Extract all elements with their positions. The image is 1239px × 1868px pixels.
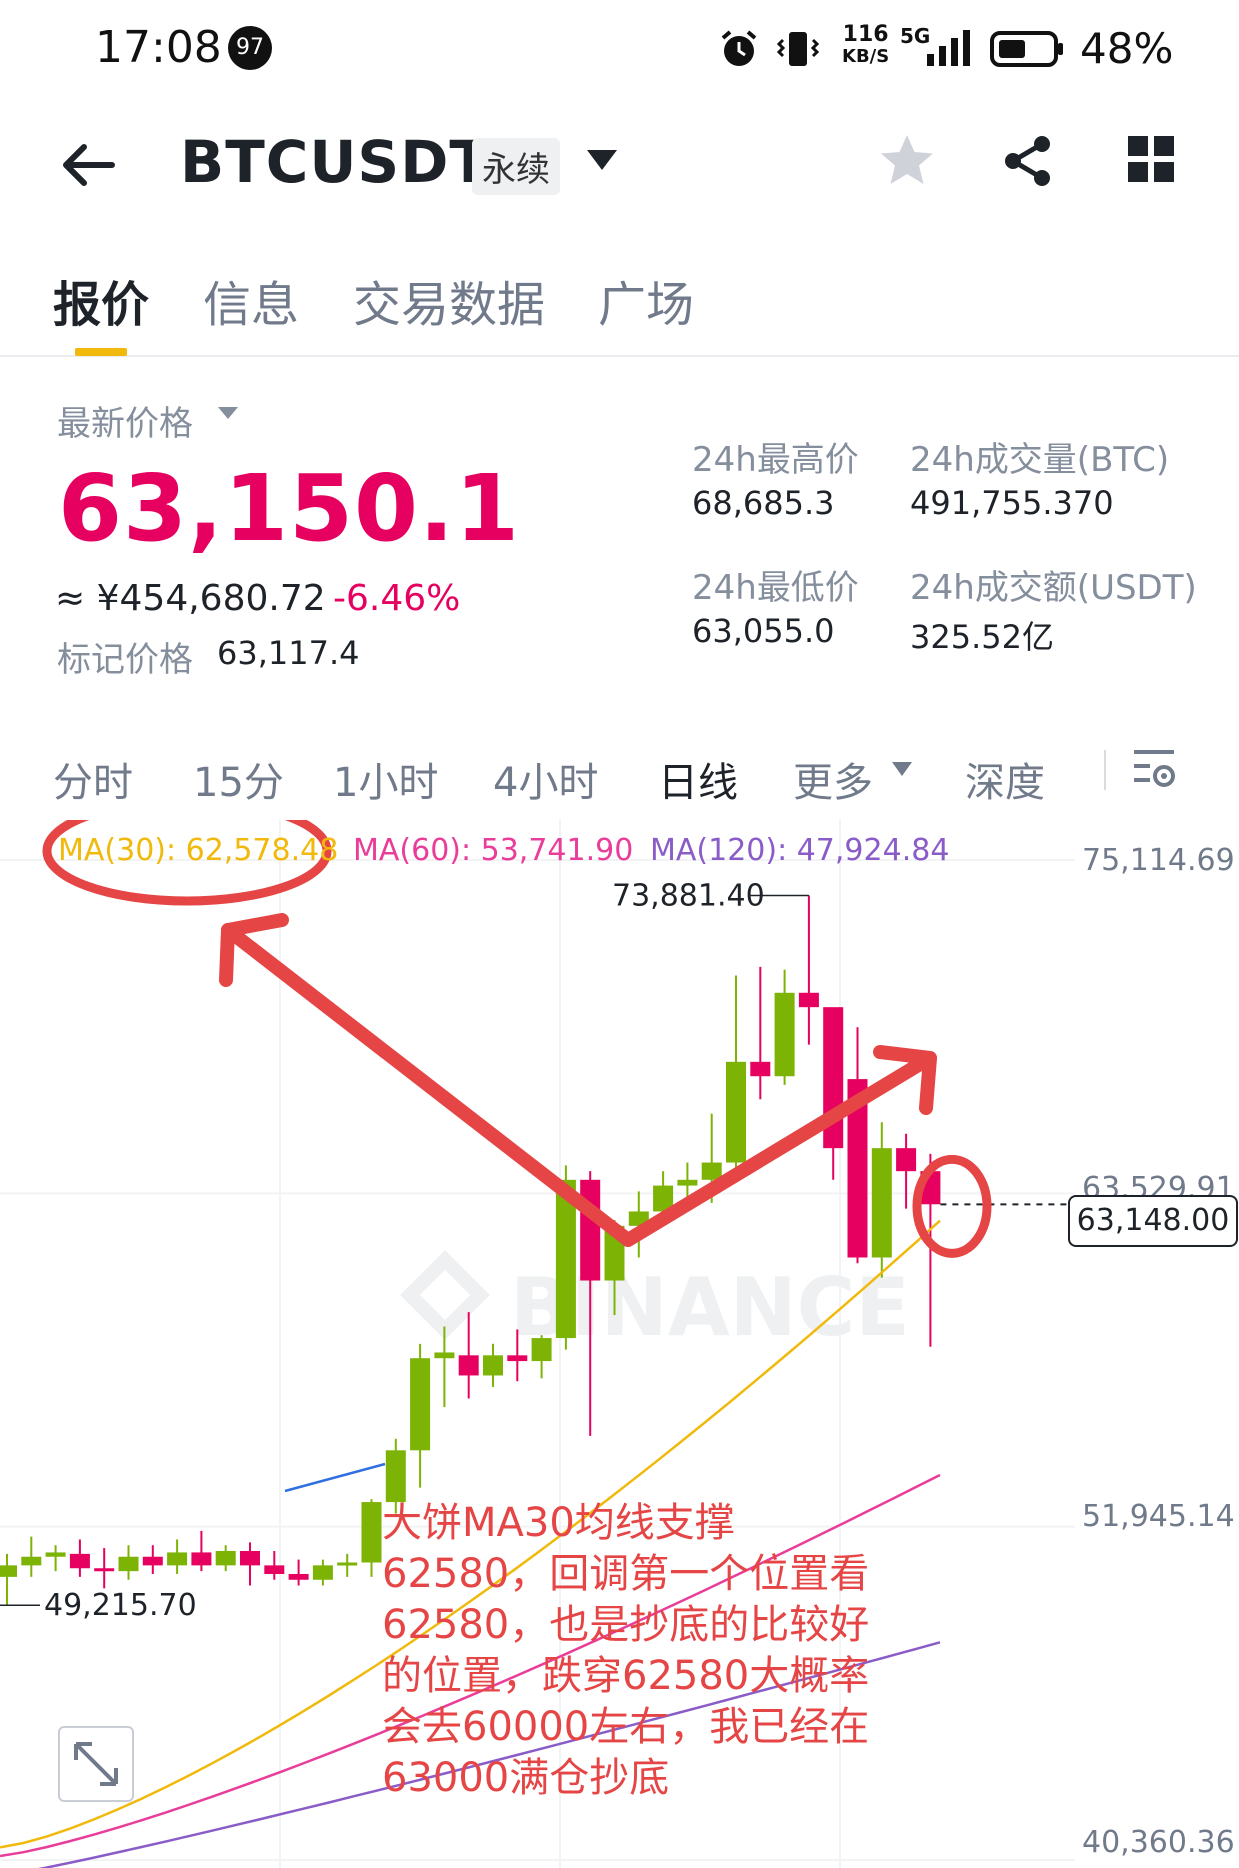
symbol-title[interactable]: BTCUSDT (180, 128, 490, 196)
status-bar: 17:08 97 116 KB/S 5G 48% (0, 0, 1239, 100)
high-24h-value: 68,685.3 (692, 484, 835, 522)
back-arrow-icon[interactable] (58, 140, 118, 190)
candle-down (580, 1179, 601, 1281)
timeframe-time[interactable]: 分时 (53, 750, 133, 808)
status-time: 17:08 (95, 22, 222, 73)
high-24h-label: 24h最高价 (692, 440, 859, 480)
candle-down (191, 1552, 212, 1566)
low-marker-label: 49,215.70 (44, 1588, 197, 1623)
candle-up (871, 1148, 892, 1258)
candle-up (677, 1179, 698, 1186)
volume-usdt-value: 325.52亿 (910, 618, 1054, 656)
ma120-label: MA(120): 47,924.84 (650, 833, 950, 868)
annotation-circle-price (912, 1154, 992, 1258)
candle-up (385, 1450, 406, 1503)
candle-down (288, 1574, 309, 1580)
candle-down (264, 1565, 285, 1575)
candle-up (531, 1338, 552, 1362)
price-axis-bottom: 40,360.36 (1082, 1825, 1235, 1860)
vibrate-icon (776, 32, 820, 66)
candle-up (45, 1552, 66, 1557)
cny-price: ≈ ¥454,680.72 (55, 578, 326, 619)
mark-price-value: 63,117.4 (217, 634, 360, 672)
ma30-label: MA(30): 62,578.48 (58, 833, 339, 868)
expand-chart-button[interactable] (58, 1726, 134, 1802)
tab-square[interactable]: 广场 (598, 265, 694, 335)
timeframe-depth[interactable]: 深度 (965, 750, 1045, 808)
annotation-text: 大饼MA30均线支撑 62580，回调第一个位置看 62580，也是抄底的比较好… (382, 1500, 870, 1801)
candle-down (798, 992, 819, 1008)
price-change-percent: -6.46% (333, 578, 461, 619)
candle-down (750, 1061, 771, 1077)
expand-icon (74, 1742, 118, 1786)
candle-up (337, 1562, 358, 1566)
last-price-label[interactable]: 最新价格 (57, 396, 193, 445)
candle-down (507, 1355, 528, 1362)
tab-trading-data[interactable]: 交易数据 (353, 265, 545, 335)
low-24h-label: 24h最低价 (692, 568, 859, 608)
chart-settings-icon[interactable] (1132, 746, 1178, 792)
mark-price-label: 标记价格 (57, 640, 193, 680)
candle-down (94, 1568, 115, 1572)
battery-percentage: 48% (1080, 24, 1174, 73)
candle-down (240, 1550, 260, 1566)
signal-icon (927, 30, 970, 66)
volume-btc-label: 24h成交量(BTC) (910, 440, 1170, 480)
chevron-down-icon[interactable] (585, 148, 619, 172)
candle-up (410, 1358, 431, 1451)
star-icon[interactable] (878, 132, 936, 188)
notification-badge: 97 (228, 26, 272, 70)
candle-up (774, 992, 795, 1077)
candle-up (118, 1556, 139, 1572)
battery-icon (990, 31, 1063, 67)
volume-usdt-label: 24h成交额(USDT) (910, 568, 1197, 608)
contract-type-badge: 永续 (472, 138, 560, 195)
active-tab-indicator (75, 348, 127, 356)
low-24h-value: 63,055.0 (692, 612, 835, 650)
candle-up (434, 1352, 455, 1359)
candle-up (312, 1565, 333, 1580)
ma60-label: MA(60): 53,741.90 (353, 833, 634, 868)
timeframe-1h[interactable]: 1小时 (333, 750, 438, 808)
candle-up (726, 1061, 746, 1163)
last-price: 63,150.1 (58, 455, 520, 562)
net-speed: 116 KB/S (842, 22, 890, 68)
volume-btc-value: 491,755.370 (910, 484, 1114, 522)
last-price-dropdown-icon[interactable] (216, 405, 240, 421)
candle-down (142, 1556, 163, 1566)
trend-line (284, 1462, 386, 1493)
price-axis-low: 51,945.14 (1082, 1499, 1235, 1534)
timeframe-more[interactable]: 更多 (793, 750, 873, 808)
share-icon[interactable] (1002, 134, 1054, 188)
high-marker-label: 73,881.40 (612, 878, 765, 913)
timeframe-1d[interactable]: 日线 (658, 750, 738, 808)
grid-icon[interactable] (1128, 136, 1176, 184)
candle-up (361, 1502, 382, 1563)
price-axis-top: 75,114.69 (1082, 843, 1235, 878)
timeframe-divider (1104, 750, 1106, 790)
alarm-icon (721, 30, 757, 66)
candle-down (458, 1355, 479, 1376)
candle-up (167, 1552, 188, 1566)
candle-up (215, 1550, 236, 1566)
current-price-tag: 63,148.00 (1068, 1195, 1238, 1247)
timeframe-4h[interactable]: 4小时 (493, 750, 598, 808)
candle-down (69, 1553, 90, 1569)
candle-up (0, 1565, 17, 1577)
tab-quote[interactable]: 报价 (53, 265, 149, 335)
tab-info[interactable]: 信息 (203, 265, 299, 335)
candle-down (896, 1148, 917, 1172)
more-dropdown-icon[interactable] (890, 760, 914, 778)
timeframe-15m[interactable]: 15分 (193, 750, 284, 808)
candle-up (483, 1355, 503, 1376)
candle-up (21, 1556, 42, 1566)
